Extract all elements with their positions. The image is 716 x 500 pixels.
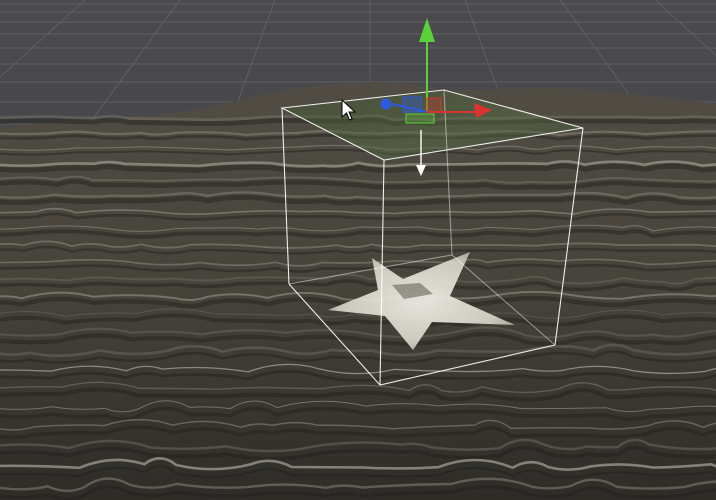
arrow-forward-icon[interactable] bbox=[380, 98, 392, 110]
scene-canvas[interactable] bbox=[0, 0, 716, 500]
xz-plane-handle[interactable] bbox=[405, 113, 435, 124]
zy-plane-handle[interactable] bbox=[426, 97, 442, 113]
xy-plane-handle[interactable] bbox=[402, 96, 422, 113]
scene-viewport[interactable] bbox=[0, 0, 716, 500]
